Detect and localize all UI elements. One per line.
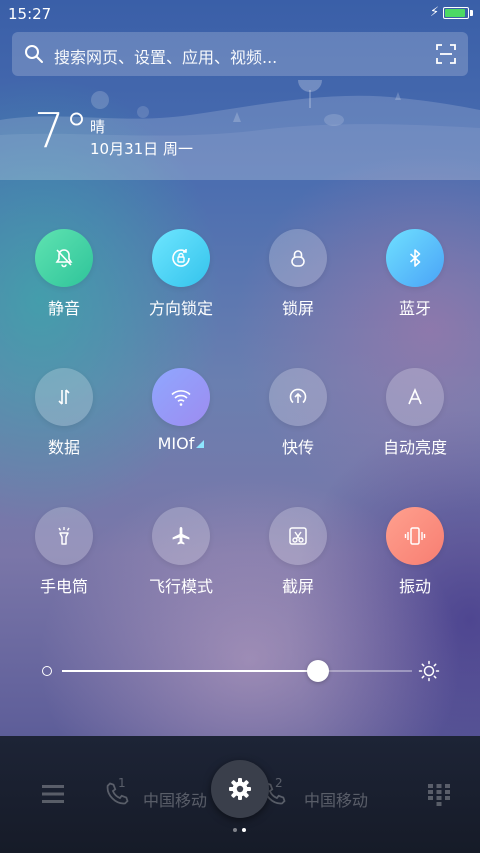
page-dot [233, 828, 237, 832]
search-icon [25, 45, 43, 63]
toggle-label: 自动亮度 [382, 438, 447, 457]
weather-date: 10月31日 周一 [90, 140, 193, 158]
sim1-index: 1 [118, 776, 126, 790]
page-dot-active [242, 828, 246, 832]
battery-icon [443, 7, 469, 19]
toggle-label: 静音 [47, 299, 80, 318]
settings-button[interactable] [211, 760, 269, 818]
wifi-signal-icon [196, 440, 205, 448]
dialpad-icon[interactable] [428, 784, 450, 806]
rotation-lock-icon [152, 229, 210, 287]
toggle-quick-transfer[interactable]: 快传 [240, 368, 356, 468]
status-time: 15:27 [8, 5, 52, 23]
brightness-slider[interactable] [40, 656, 450, 686]
toggle-bluetooth[interactable]: 蓝牙 [357, 229, 473, 329]
toggle-label: 方向锁定 [148, 299, 213, 318]
mobile-data-icon [35, 368, 93, 426]
charging-icon: ⚡ [430, 5, 440, 20]
brightness-fill [62, 670, 318, 672]
wifi-network-name: MIOf [157, 434, 195, 453]
weather-temperature: 7° [34, 103, 89, 159]
search-placeholder: 搜索网页、设置、应用、视频... [54, 48, 278, 67]
weather-condition: 晴 [90, 118, 106, 136]
sim2-carrier[interactable]: 中国移动 [304, 787, 368, 811]
auto-brightness-icon [386, 368, 444, 426]
bell-off-icon [35, 229, 93, 287]
toggle-label: 飞行模式 [148, 577, 213, 596]
toggle-vibrate[interactable]: 振动 [357, 507, 473, 607]
bluetooth-icon [386, 229, 444, 287]
lock-icon [269, 229, 327, 287]
menu-icon[interactable] [42, 784, 64, 804]
toggle-lock-screen[interactable]: 锁屏 [240, 229, 356, 329]
toggle-screenshot[interactable]: 截屏 [240, 507, 356, 607]
brightness-track[interactable] [62, 660, 412, 682]
toggle-rotation-lock[interactable]: 方向锁定 [123, 229, 239, 329]
phone-icon[interactable] [103, 780, 131, 808]
sim2-index: 2 [275, 776, 283, 790]
toggle-label: 快传 [281, 438, 314, 457]
toggle-label: 数据 [47, 438, 80, 457]
toggle-wifi[interactable]: MIOf [123, 368, 239, 468]
battery-tip [470, 10, 473, 16]
vibrate-icon [386, 507, 444, 565]
status-bar: 15:27 ⚡ [0, 0, 480, 28]
transfer-icon [269, 368, 327, 426]
brightness-low-icon [42, 666, 52, 676]
gear-icon [229, 778, 251, 800]
toggle-silent[interactable]: 静音 [6, 229, 122, 329]
toggle-label: 振动 [398, 577, 431, 596]
page-indicator [233, 828, 253, 834]
airplane-icon [152, 507, 210, 565]
sim1-carrier[interactable]: 中国移动 [143, 787, 207, 811]
toggle-auto-brightness[interactable]: 自动亮度 [357, 368, 473, 468]
toggle-label: 锁屏 [281, 299, 314, 318]
toggle-flashlight[interactable]: 手电筒 [6, 507, 122, 607]
scan-icon[interactable] [436, 44, 456, 64]
brightness-high-icon [418, 660, 440, 682]
toggle-label: MIOf [123, 434, 239, 453]
toggle-label: 截屏 [281, 577, 314, 596]
brightness-thumb[interactable] [306, 660, 329, 682]
weather-widget[interactable]: 7° 晴 10月31日 周一 [0, 80, 480, 180]
toggle-label: 手电筒 [39, 577, 88, 596]
flashlight-icon [35, 507, 93, 565]
toggle-label: 蓝牙 [398, 299, 431, 318]
search-bar[interactable]: 搜索网页、设置、应用、视频... [12, 32, 468, 76]
screenshot-icon [269, 507, 327, 565]
toggle-mobile-data[interactable]: 数据 [6, 368, 122, 468]
wifi-icon [152, 368, 210, 426]
toggle-airplane-mode[interactable]: 飞行模式 [123, 507, 239, 607]
